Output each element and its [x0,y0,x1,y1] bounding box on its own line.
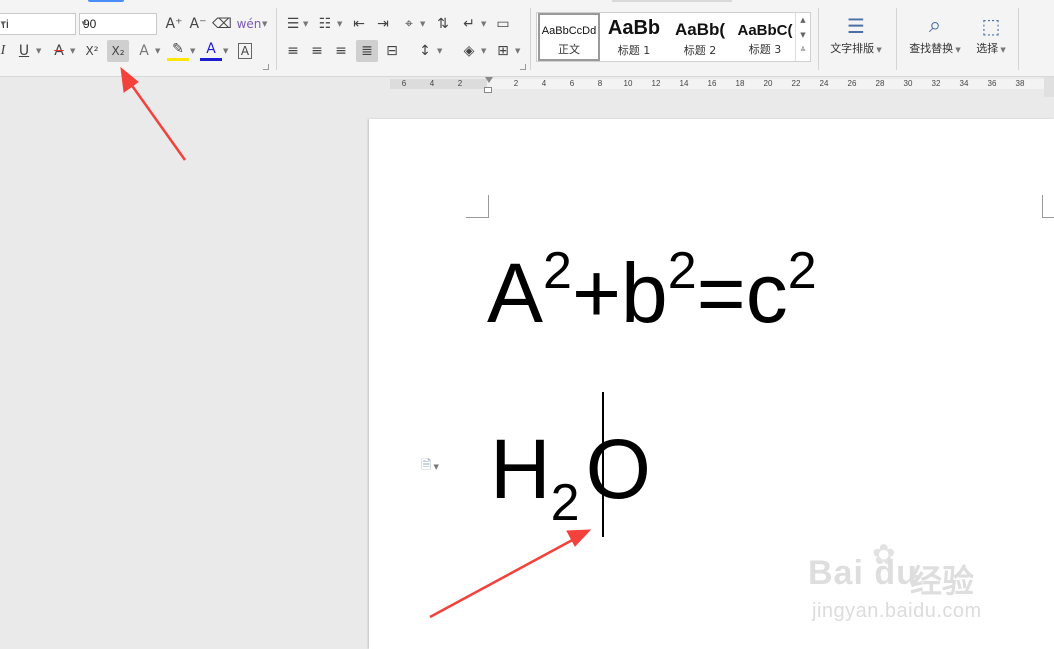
arrow-shaft [126,79,187,161]
arrow-head [566,529,592,547]
arrow-to-cursor [429,529,592,619]
arrow-shaft [429,535,579,619]
annotation-arrows [120,66,592,619]
arrow-to-subscript [120,66,187,161]
